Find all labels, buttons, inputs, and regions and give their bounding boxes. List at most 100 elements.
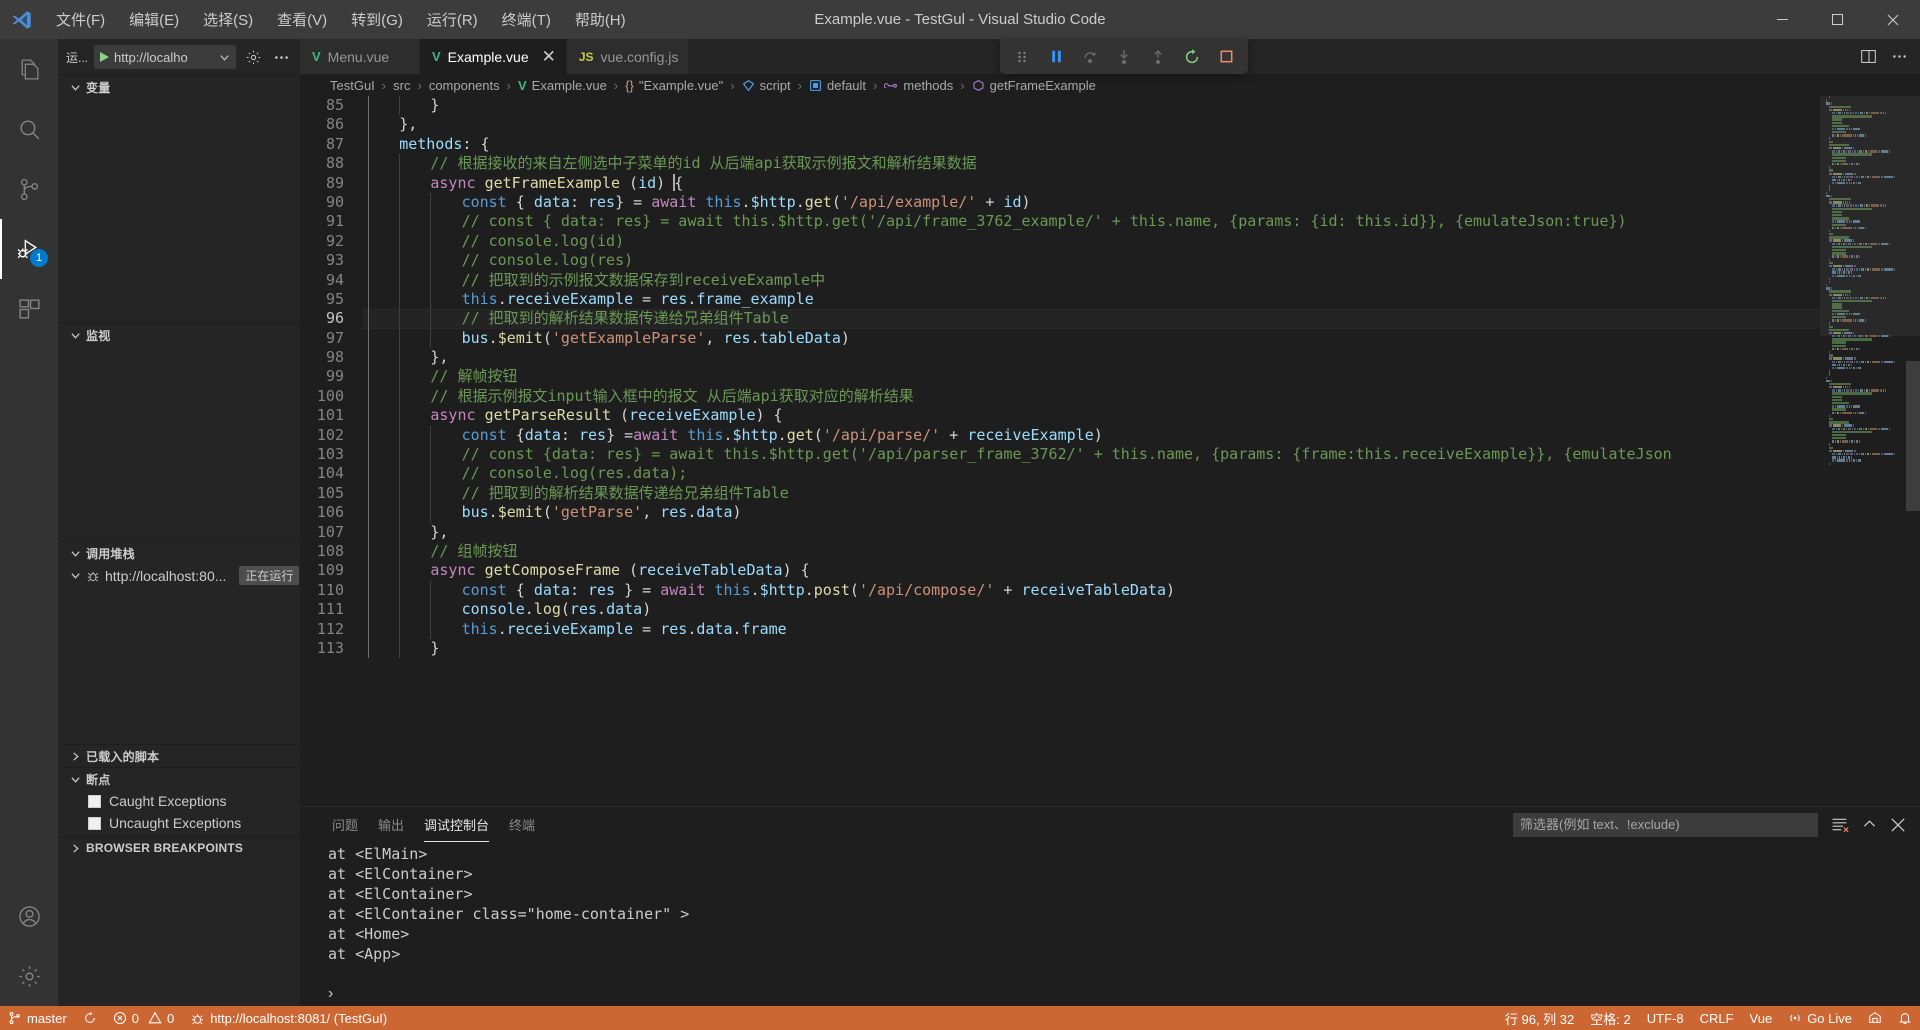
minimap-slider[interactable]: [1820, 96, 1920, 336]
breadcrumb-item-2[interactable]: components: [427, 78, 502, 93]
code-line[interactable]: },: [362, 115, 1820, 135]
section-breakpoints-header[interactable]: 断点: [58, 767, 300, 790]
activity-search[interactable]: [0, 99, 58, 159]
code-line[interactable]: async getFrameExample (id) {: [362, 173, 1820, 193]
code-line[interactable]: // const { data: res} = await this.$http…: [362, 212, 1820, 232]
code-line[interactable]: bus.$emit('getExampleParse', res.tableDa…: [362, 328, 1820, 349]
panel-tab-problems[interactable]: 问题: [322, 807, 368, 842]
code-line[interactable]: this.receiveExample = res.frame_example: [362, 289, 1820, 310]
code-editor[interactable]: 85 86 87 88 89 90 91 92 93 94 95 96 97 98 99 100 101 102 1…: [300, 96, 1920, 806]
breadcrumb-item-7[interactable]: methods: [882, 78, 955, 93]
activity-accounts[interactable]: [0, 886, 58, 946]
status-sync[interactable]: [75, 1006, 105, 1030]
status-notifications[interactable]: [1890, 1006, 1920, 1030]
maximize-button[interactable]: [1810, 0, 1865, 39]
debug-console-input-row[interactable]: ›: [300, 982, 1920, 1006]
status-debug-target[interactable]: http://localhost:8081/ (TestGuI): [182, 1006, 395, 1030]
menu-selection[interactable]: 选择(S): [191, 5, 265, 34]
code-line[interactable]: // 把取到的解析结果数据传递给兄弟组件Table: [362, 483, 1820, 504]
debug-console-output[interactable]: at <ElMain> at <ElContainer> at <ElContain…: [300, 842, 1920, 982]
step-into-button[interactable]: [1112, 45, 1136, 69]
code-line[interactable]: // console.log(id): [362, 231, 1820, 252]
code-line[interactable]: this.receiveExample = res.data.frame: [362, 619, 1820, 639]
panel-tab-output[interactable]: 输出: [368, 807, 414, 842]
code-line[interactable]: // 解帧按钮: [362, 367, 1820, 387]
tab-vue-config-js[interactable]: JS vue.config.js: [566, 39, 690, 74]
code-line[interactable]: bus.$emit('getParse', res.data): [362, 503, 1820, 523]
menu-file[interactable]: 文件(F): [44, 5, 117, 34]
tab-close-icon[interactable]: ✕: [542, 48, 556, 65]
code-line[interactable]: async getParseResult (receiveExample) {: [362, 406, 1820, 426]
menu-terminal[interactable]: 终端(T): [490, 5, 563, 34]
restart-button[interactable]: [1180, 45, 1204, 69]
checkbox-caught-exceptions[interactable]: [88, 794, 101, 808]
status-cursor-position[interactable]: 行 96, 列 32: [1497, 1006, 1582, 1030]
breadcrumb-item-8[interactable]: getFrameExample: [970, 78, 1098, 93]
callstack-session-row[interactable]: http://localhost:80... 正在运行: [58, 564, 300, 587]
start-debugging-icon[interactable]: [100, 52, 110, 62]
menu-help[interactable]: 帮助(H): [563, 5, 638, 34]
activity-source-control[interactable]: [0, 159, 58, 219]
menu-run[interactable]: 运行(R): [415, 5, 490, 34]
tab-example-vue[interactable]: V Example.vue ✕: [420, 39, 567, 74]
step-out-button[interactable]: [1146, 45, 1170, 69]
breadcrumb-item-5[interactable]: script: [740, 78, 793, 93]
section-browser-breakpoints-header[interactable]: BROWSER BREAKPOINTS: [58, 836, 300, 859]
code-line[interactable]: // 把取到的示例报文数据保存到receiveExample中: [362, 270, 1820, 290]
breadcrumb-item-3[interactable]: V Example.vue: [516, 78, 609, 93]
code-line[interactable]: },: [362, 522, 1820, 542]
code-line[interactable]: async getComposeFrame (receiveTableData)…: [362, 561, 1820, 581]
code-line[interactable]: // 根据示例报文input输入框中的报文 从后端api获取对应的解析结果: [362, 386, 1820, 407]
close-button[interactable]: [1865, 0, 1920, 39]
section-callstack-header[interactable]: 调用堆栈: [58, 541, 300, 564]
activity-extensions[interactable]: [0, 279, 58, 339]
code-content[interactable]: }}, methods: {// 根据接收的来自左侧选中子菜单的id 从后端api…: [362, 96, 1820, 806]
code-line[interactable]: const {data: res} =await this.$http.get(…: [362, 425, 1820, 446]
tab-menu-vue[interactable]: V Menu.vue: [300, 39, 420, 74]
breakpoint-row-caught[interactable]: Caught Exceptions: [58, 790, 300, 812]
code-line[interactable]: // 组帧按钮: [362, 541, 1820, 562]
code-viewport[interactable]: 85 86 87 88 89 90 91 92 93 94 95 96 97 98 99 100 101 102 1…: [300, 96, 1820, 806]
drag-handle-icon[interactable]: [1010, 45, 1034, 69]
console-filter-input[interactable]: [1513, 812, 1818, 837]
breakpoint-row-uncaught[interactable]: Uncaught Exceptions: [58, 812, 300, 834]
code-line[interactable]: // 把取到的解析结果数据传递给兄弟组件Table: [362, 309, 1820, 329]
editor-more-actions-icon[interactable]: [1891, 48, 1908, 65]
split-editor-icon[interactable]: [1860, 48, 1877, 65]
status-remote-indicator[interactable]: [1860, 1006, 1890, 1030]
maximize-panel-button[interactable]: [1861, 816, 1878, 833]
breadcrumb-item-0[interactable]: TestGuI: [328, 78, 377, 93]
code-line[interactable]: },: [362, 348, 1820, 368]
section-loaded-scripts-header[interactable]: 已载入的脚本: [58, 744, 300, 767]
status-branch[interactable]: master: [0, 1006, 75, 1030]
editor-scrollbar-thumb[interactable]: [1906, 361, 1920, 511]
code-line[interactable]: methods: {: [362, 134, 1820, 155]
editor-scrollbar[interactable]: [1906, 96, 1920, 806]
minimize-button[interactable]: [1755, 0, 1810, 39]
code-line[interactable]: // 根据接收的来自左侧选中子菜单的id 从后端api获取示例报文和解析结果数据: [362, 154, 1820, 174]
panel-tab-debug-console[interactable]: 调试控制台: [414, 807, 499, 842]
status-go-live[interactable]: Go Live: [1780, 1006, 1860, 1030]
panel-tab-terminal[interactable]: 终端: [499, 807, 545, 842]
breadcrumb-item-1[interactable]: src: [391, 78, 412, 93]
menu-go[interactable]: 转到(G): [339, 5, 415, 34]
code-line[interactable]: // console.log(res.data);: [362, 464, 1820, 484]
activity-settings[interactable]: [0, 946, 58, 1006]
clear-console-button[interactable]: [1830, 815, 1849, 834]
minimap[interactable]: [1820, 96, 1920, 806]
code-line[interactable]: // console.log(res): [362, 251, 1820, 271]
activity-run-and-debug[interactable]: 1: [0, 219, 58, 279]
code-line[interactable]: const { data: res} = await this.$http.ge…: [362, 192, 1820, 213]
status-problems[interactable]: 0 0: [105, 1006, 182, 1030]
menu-view[interactable]: 查看(V): [265, 5, 339, 34]
step-over-button[interactable]: [1078, 45, 1102, 69]
checkbox-uncaught-exceptions[interactable]: [88, 816, 101, 830]
code-line[interactable]: }: [362, 96, 1820, 116]
section-variables-header[interactable]: 变量: [58, 75, 300, 98]
section-watch-header[interactable]: 监视: [58, 323, 300, 346]
status-encoding[interactable]: UTF-8: [1639, 1006, 1692, 1030]
status-eol[interactable]: CRLF: [1692, 1006, 1742, 1030]
activity-explorer[interactable]: [0, 39, 58, 99]
status-language-mode[interactable]: Vue: [1742, 1006, 1781, 1030]
breadcrumb-item-4[interactable]: {} "Example.vue": [623, 78, 725, 93]
